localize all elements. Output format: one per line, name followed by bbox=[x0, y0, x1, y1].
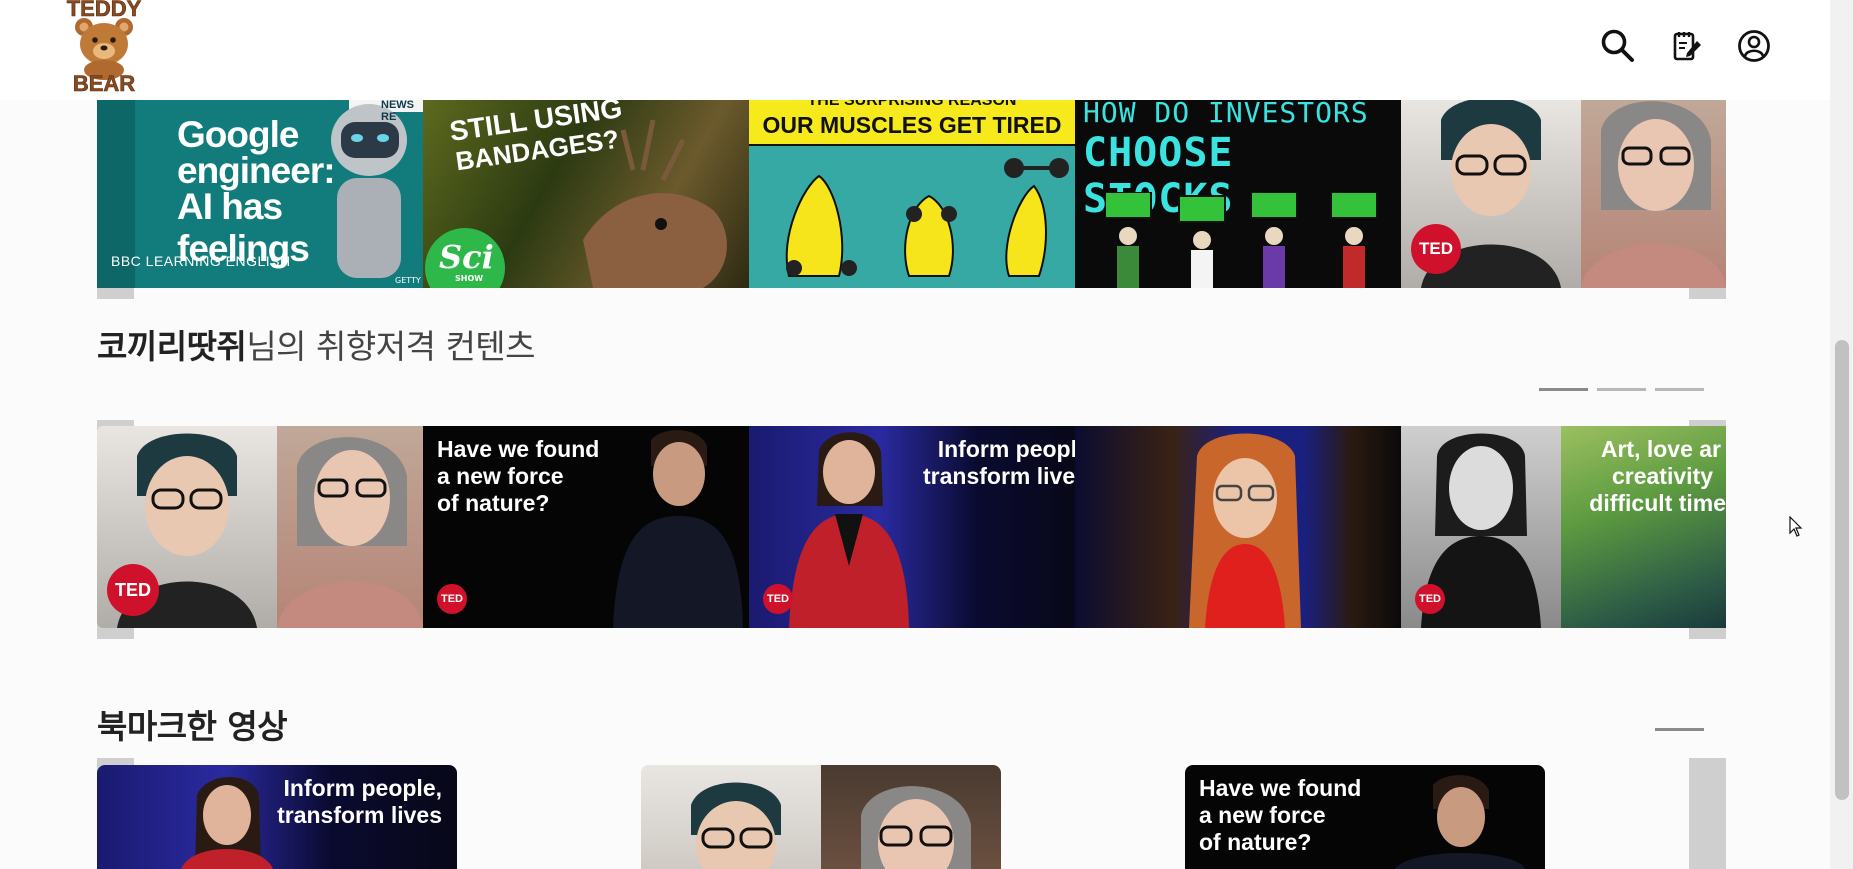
row3-scroll-right[interactable] bbox=[1689, 758, 1726, 869]
video-thumbnail[interactable]: Art, love ar creativity difficult time T… bbox=[1401, 426, 1726, 628]
thumb-title-line: OUR MUSCLES GET TIRED bbox=[762, 112, 1062, 138]
thumb-corner-label: NEWS RE bbox=[381, 100, 414, 123]
ted-badge: TED bbox=[763, 584, 793, 614]
video-thumbnail[interactable]: THE SURPRISING REASON OUR MUSCLES GET TI… bbox=[749, 100, 1075, 288]
search-icon[interactable] bbox=[1596, 24, 1640, 68]
card-title-line: Have we found bbox=[1199, 775, 1362, 801]
recommend-row-2: TED Have we found a new force of nature?… bbox=[97, 426, 1726, 628]
card-title-line: Inform people, bbox=[283, 775, 442, 801]
mouse-cursor-icon bbox=[1789, 515, 1803, 542]
video-thumbnail[interactable]: Have we found a new force of nature? TED bbox=[423, 426, 749, 628]
ted-badge: TED bbox=[107, 564, 159, 616]
thumb-title-line: Have we found bbox=[437, 436, 600, 462]
logo-text-bottom: BEAR bbox=[73, 71, 135, 96]
thumb-title-line: difficult time bbox=[1589, 490, 1726, 516]
thumb-title-line: Inform peopl bbox=[937, 436, 1075, 462]
recommend-row-1: Google engineer: AI has feelings NEWS RE… bbox=[97, 100, 1726, 288]
video-thumbnail[interactable]: Google engineer: AI has feelings NEWS RE… bbox=[97, 100, 423, 288]
section-title-recommend: 코끼리땃쥐님의 취향저격 컨텐츠 bbox=[97, 327, 536, 366]
thumb-credit: GETTY bbox=[395, 276, 421, 285]
video-thumbnail[interactable]: Inform peopl transform live TED bbox=[749, 426, 1075, 628]
card-title-line: of nature? bbox=[1199, 829, 1312, 855]
logo-text-top: TEDDY bbox=[67, 0, 142, 21]
video-thumbnail[interactable]: HOW DO INVESTORS CHOOSE STOCKS bbox=[1075, 100, 1401, 288]
ted-badge: TED bbox=[1411, 224, 1461, 274]
thumb-title-line: of nature? bbox=[437, 490, 550, 516]
user-account-icon[interactable] bbox=[1732, 24, 1776, 68]
bbc-brand-label: BBC LEARNING ENGLISH bbox=[111, 253, 291, 269]
robot-image bbox=[327, 100, 423, 288]
carousel-indicator[interactable] bbox=[1539, 388, 1588, 391]
carousel-indicator[interactable] bbox=[1655, 388, 1704, 391]
bookmark-card[interactable]: Have we found a new force of nature? bbox=[1185, 765, 1545, 869]
page-scrollbar[interactable] bbox=[1830, 0, 1853, 869]
card-title-line: transform lives bbox=[277, 802, 442, 828]
teddy-bear-logo[interactable]: TEDDY BEAR bbox=[54, 0, 154, 96]
card-title-line: a new force bbox=[1199, 802, 1326, 828]
ted-badge: TED bbox=[1415, 584, 1445, 614]
scrollbar-thumb[interactable] bbox=[1835, 340, 1849, 800]
video-thumbnail[interactable] bbox=[1075, 426, 1401, 628]
thumb-title-line: creativity bbox=[1611, 463, 1713, 489]
notes-edit-icon[interactable] bbox=[1665, 24, 1709, 68]
thumb-title-line: HOW DO INVESTORS bbox=[1083, 100, 1369, 129]
thumb-title-line: a new force bbox=[437, 463, 564, 489]
carousel-indicator[interactable] bbox=[1655, 728, 1704, 731]
video-thumbnail[interactable]: TED bbox=[97, 426, 423, 628]
bookmark-card[interactable]: Inform people, transform lives bbox=[97, 765, 457, 869]
top-header: TEDDY BEAR bbox=[0, 0, 1830, 100]
thumb-title-line: transform live bbox=[923, 463, 1075, 489]
video-thumbnail[interactable]: STILL USING BANDAGES? Sci SHOW bbox=[423, 100, 749, 288]
section-title-bookmarks: 북마크한 영상 bbox=[97, 707, 288, 746]
ted-badge: TED bbox=[437, 584, 467, 614]
thumb-title-line: THE SURPRISING REASON bbox=[807, 100, 1017, 109]
thumb-title-line: Art, love ar bbox=[1600, 436, 1721, 462]
carousel-indicator[interactable] bbox=[1597, 388, 1646, 391]
video-thumbnail[interactable]: TED bbox=[1401, 100, 1726, 288]
bookmark-card[interactable] bbox=[641, 765, 1001, 869]
